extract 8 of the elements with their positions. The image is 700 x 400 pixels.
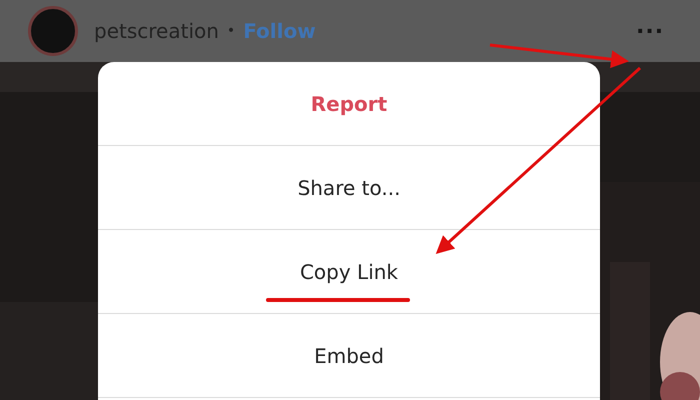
avatar[interactable] — [28, 6, 78, 56]
menu-item[interactable]: Report — [306, 88, 392, 118]
more-options-button[interactable]: ... — [636, 16, 664, 38]
menu-item[interactable]: Share to... — [294, 172, 404, 202]
menu-item[interactable]: Embed — [310, 340, 388, 370]
menu-item[interactable]: Copy Link — [296, 256, 402, 286]
separator-dot: • — [226, 22, 236, 40]
username-link[interactable]: petscreation — [94, 16, 219, 46]
